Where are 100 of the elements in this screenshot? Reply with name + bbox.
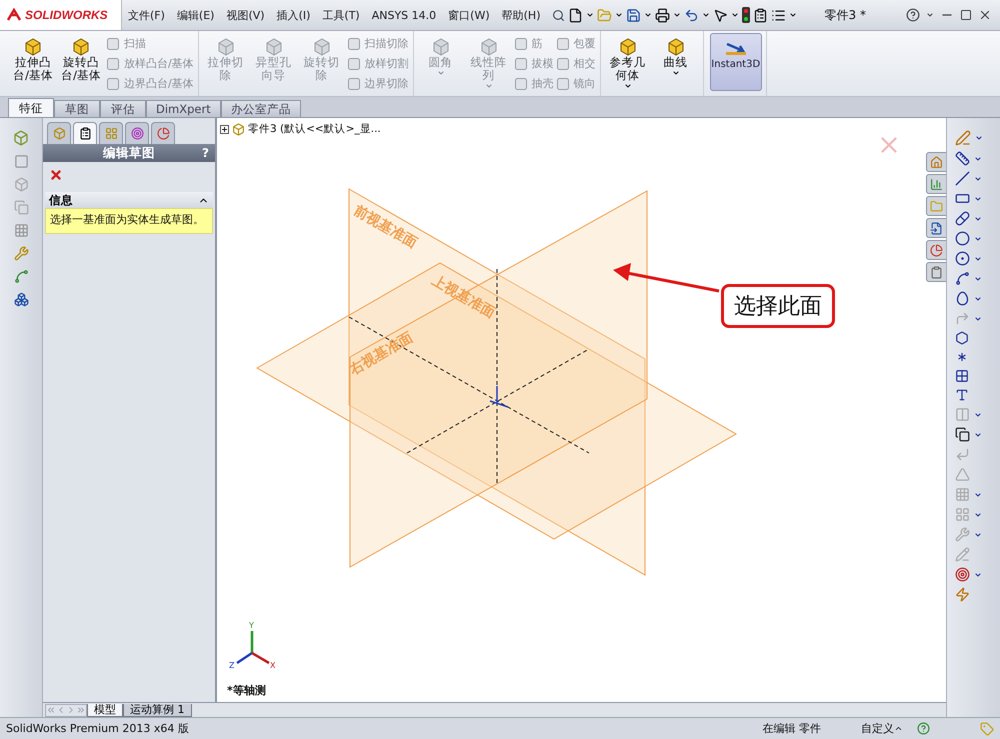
units-button[interactable]: 自定义 (861, 721, 894, 736)
menu-item[interactable]: 编辑(E) (170, 8, 220, 22)
panel-title-text: 编辑草图 (103, 144, 155, 162)
task-tab[interactable] (926, 218, 946, 238)
new-file-icon[interactable] (568, 8, 584, 22)
menu-item[interactable]: 插入(I) (270, 8, 316, 22)
folder-icon[interactable] (597, 8, 612, 22)
shape-icon (556, 56, 570, 70)
ruler-icon[interactable] (955, 151, 970, 166)
pointer-icon[interactable] (713, 8, 728, 22)
printer-icon[interactable] (655, 8, 670, 22)
cube-icon (312, 36, 332, 56)
square-icon[interactable] (14, 154, 28, 169)
view-name: *等轴测 (227, 683, 266, 698)
task-tab[interactable] (926, 262, 946, 282)
tree-item[interactable]: 零件3 (默认<<默认>_显... (220, 122, 381, 136)
command-tab[interactable]: 办公室产品 (220, 100, 301, 117)
manager-tab[interactable] (73, 122, 97, 144)
expand-icon[interactable] (220, 124, 229, 134)
menu-item[interactable]: 文件(F) (122, 8, 171, 22)
undo-icon[interactable] (684, 8, 700, 22)
caret-icon (974, 430, 982, 438)
ribbon-button[interactable]: 曲线 (652, 34, 699, 77)
cube-icon (23, 36, 43, 56)
triad-drawing (236, 631, 270, 664)
line-icon[interactable] (955, 171, 970, 186)
ribbon-button[interactable]: 旋转凸台/基体 (58, 34, 104, 82)
caret-icon (644, 11, 652, 19)
command-tab[interactable]: 评估 (100, 100, 146, 117)
save-icon[interactable] (626, 8, 642, 22)
circle-icon[interactable] (955, 231, 970, 246)
shape-icon (514, 36, 528, 50)
model-tab[interactable]: 模型 (87, 704, 123, 716)
spline-icon[interactable] (955, 271, 970, 286)
target-icon[interactable] (955, 567, 970, 582)
sketch-icon[interactable] (955, 130, 971, 146)
ribbon-button[interactable]: 拉伸凸台/基体 (10, 34, 56, 82)
caret-icon (974, 254, 982, 262)
menu-item[interactable]: 帮助(H) (496, 8, 546, 22)
clipboard-icon[interactable] (753, 8, 768, 22)
copy-icon[interactable] (955, 427, 970, 442)
menu-item[interactable]: 视图(V) (220, 8, 271, 22)
caret-icon (673, 11, 682, 19)
maximize-icon[interactable] (960, 9, 972, 21)
caret-icon (974, 194, 982, 202)
caret-icon (731, 11, 740, 19)
axis-label: X (270, 661, 276, 670)
pie-icon (156, 127, 170, 140)
cube-icon (666, 36, 686, 56)
search-icon[interactable] (552, 8, 566, 22)
caret-icon (615, 11, 624, 19)
caret-icon (702, 11, 710, 19)
ribbon-button[interactable]: 参考几何体 (604, 34, 651, 90)
file-icon (930, 222, 943, 234)
slot-icon[interactable] (955, 211, 970, 226)
task-tab[interactable] (926, 240, 946, 260)
wrench-icon[interactable] (14, 246, 28, 261)
cancel-icon[interactable] (49, 168, 63, 182)
caret-icon (974, 490, 982, 498)
help-icon[interactable] (906, 8, 920, 22)
menu-item[interactable]: 工具(T) (316, 8, 366, 22)
menu-item[interactable]: 窗口(W) (442, 8, 496, 22)
menu-item[interactable]: ANSYS 14.0 (366, 8, 442, 22)
curve-icon[interactable] (14, 269, 28, 284)
grid-icon[interactable] (955, 369, 969, 383)
product-name: SolidWorks Premium 2013 x64 版 (6, 721, 189, 736)
target-icon (130, 127, 144, 140)
text-icon[interactable] (955, 388, 969, 402)
cube-icon (618, 36, 638, 56)
edit-mode: 在编辑 零件 (762, 721, 821, 736)
boxes-icon[interactable] (14, 292, 28, 307)
caret-icon (974, 410, 982, 418)
traffic-light-icon[interactable] (742, 7, 750, 23)
info-header[interactable]: 信息 (45, 192, 213, 208)
plane-label: 前视基准面 (351, 202, 420, 252)
rectangle-icon[interactable] (955, 191, 970, 206)
caret-icon (974, 154, 982, 162)
polygon-icon[interactable] (955, 331, 969, 345)
first-icon[interactable] (46, 705, 56, 715)
command-tab[interactable]: 草图 (54, 100, 100, 117)
command-tab[interactable]: 特征 (8, 98, 54, 117)
task-tab[interactable] (926, 174, 946, 194)
home-icon (930, 156, 943, 168)
model-tab[interactable]: 运动算例 1 (123, 704, 192, 716)
help-mark[interactable]: ? (202, 146, 209, 160)
caret-icon[interactable] (894, 724, 903, 733)
info-message: 选择一基准面为实体生成草图。 (45, 208, 213, 234)
part-icon (232, 122, 245, 136)
last-icon[interactable] (76, 705, 86, 715)
caret-icon (926, 11, 934, 19)
clipboard-icon (930, 266, 943, 278)
pie-icon (930, 244, 943, 256)
list-icon[interactable] (771, 8, 786, 22)
command-tab[interactable]: DimXpert (146, 100, 221, 117)
close-icon[interactable] (978, 8, 992, 22)
task-tab[interactable] (926, 152, 946, 172)
instant3d-button[interactable]: Instant3D (710, 33, 762, 91)
box-icon[interactable] (13, 130, 29, 146)
callout-label: 选择此面 (721, 284, 835, 328)
clipboard-icon (78, 127, 92, 140)
